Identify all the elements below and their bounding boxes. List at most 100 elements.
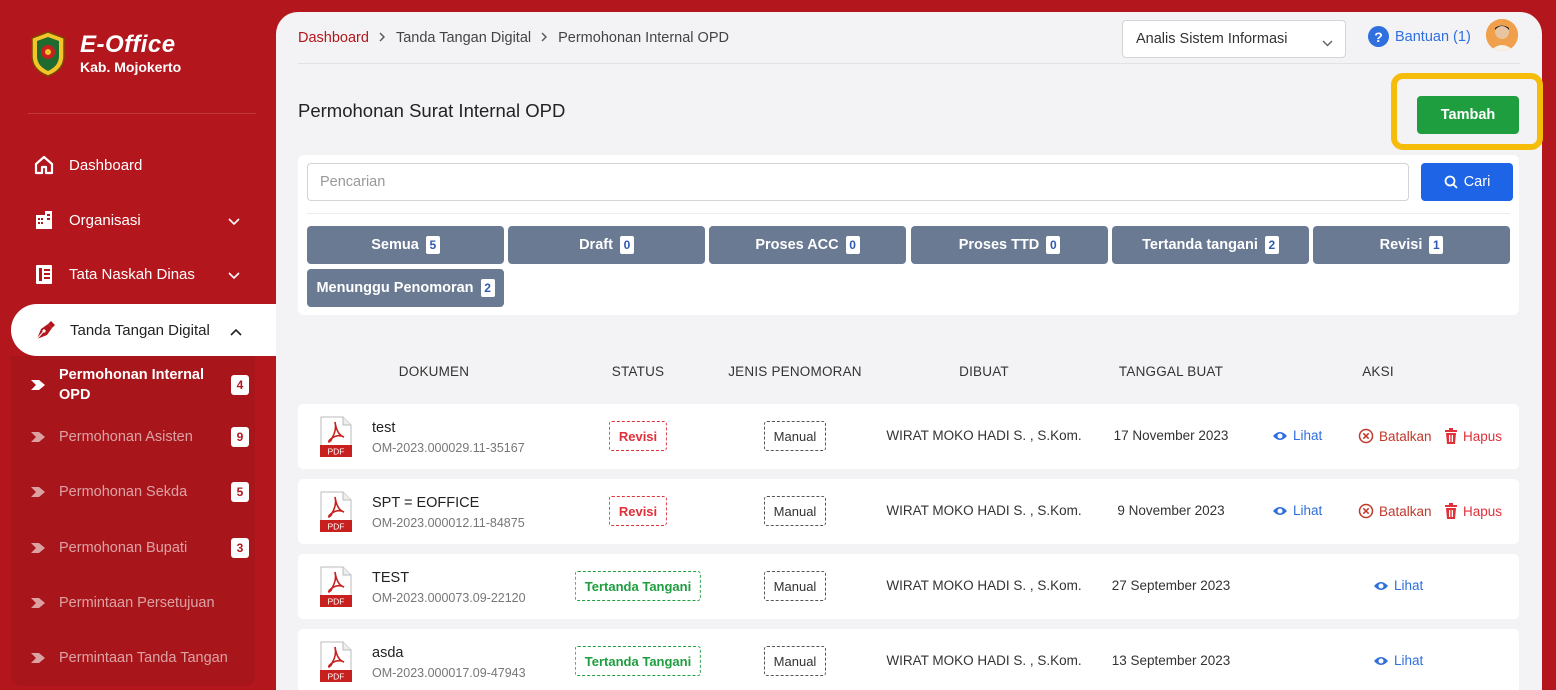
view-link[interactable]: Lihat [1373,653,1423,668]
submenu-item-permintaan-persetujuan[interactable]: Permintaan Persetujuan [31,595,251,611]
filter-tab-draft[interactable]: Draft 0 [508,226,705,264]
add-button[interactable]: Tambah [1417,96,1519,134]
status-badge: Revisi [608,421,668,451]
arrow-right-icon [31,598,45,608]
count-badge: 0 [619,236,634,254]
submenu-item-permintaan-tanda-tangan[interactable]: Permintaan Tanda Tangan [31,650,251,666]
sidebar-item-tanda-tangan-digital[interactable]: Tanda Tangan Digital [11,304,276,356]
view-link[interactable]: Lihat [1272,503,1322,518]
home-icon [30,153,58,177]
eye-icon [1374,581,1388,590]
cancel-link[interactable]: Batalkan [1358,428,1432,444]
count-badge: 0 [845,236,860,254]
right-border [1542,0,1556,690]
submenu-item-label: Permohonan Bupati [59,540,188,556]
creator-name: WIRAT MOKO HADI S. , S.Kom. [886,428,1082,443]
filter-tab-menunggu-penomoran[interactable]: Menunggu Penomoran 2 [307,269,504,307]
breadcrumb-item-dashboard[interactable]: Dashboard [298,30,369,46]
search-button[interactable]: Cari [1421,163,1513,201]
cancel-link[interactable]: Batalkan [1358,503,1432,519]
filter-card: Pencarian Cari Semua 5 Draft 0 Proses AC… [298,155,1519,315]
breadcrumb: Dashboard Tanda Tangan Digital Permohona… [298,30,729,46]
view-label: Lihat [1293,503,1323,518]
numbering-badge: Manual [764,496,826,526]
pdf-file-icon: PDF [320,491,352,532]
filter-label: Revisi [1379,237,1423,253]
filter-tab-proses-ttd[interactable]: Proses TTD 0 [911,226,1108,264]
delete-link[interactable]: Hapus [1444,428,1502,444]
filter-tab-proses-acc[interactable]: Proses ACC 0 [709,226,906,264]
status-badge: Revisi [608,496,668,526]
filter-label: Draft [579,237,613,253]
brand-subtitle: Kab. Mojokerto [80,59,182,75]
column-header-dibuat: DIBUAT [959,364,1009,379]
chevron-down-icon [1322,35,1333,51]
filter-label: Proses ACC [755,237,839,253]
pdf-file-icon: PDF [320,641,352,682]
sidebar-item-organisasi[interactable]: Organisasi [30,200,250,240]
pdf-label: PDF [328,522,345,532]
logo [28,30,68,78]
table-row: PDF TEST OM-2023.000073.09-22120 Tertand… [298,554,1519,619]
document-title: SPT = EOFFICE [372,495,480,511]
document-icon [30,262,58,286]
table-row: PDF SPT = EOFFICE OM-2023.000012.11-8487… [298,479,1519,544]
pdf-label: PDF [328,597,345,607]
main-content: Dashboard Tanda Tangan Digital Permohona… [276,12,1543,690]
submenu-item-permohonan-asisten[interactable]: Permohonan Asisten 9 [31,427,251,447]
creator-name: WIRAT MOKO HADI S. , S.Kom. [886,578,1082,593]
count-badge: 9 [231,427,249,447]
role-select[interactable]: Analis Sistem Informasi [1122,20,1346,58]
arrow-right-icon [31,432,45,442]
sidebar-item-label: Organisasi [69,211,141,229]
view-label: Lihat [1394,578,1424,593]
document-number: OM-2023.000017.09-47943 [372,666,526,680]
chevron-down-icon [228,267,240,284]
submenu-item-permohonan-internal-opd[interactable]: Permohonan Internal OPD 4 [31,365,251,405]
document-number: OM-2023.000012.11-84875 [372,516,525,530]
question-icon: ? [1368,26,1389,47]
count-badge: 5 [425,236,440,254]
filter-tab-tertanda-tangani[interactable]: Tertanda tangani 2 [1112,226,1309,264]
cancel-label: Batalkan [1379,428,1432,444]
created-date: 9 November 2023 [1117,503,1225,518]
column-header-tanggal-buat: TANGGAL BUAT [1118,364,1224,379]
submenu-item-permohonan-bupati[interactable]: Permohonan Bupati 3 [31,538,251,558]
arrow-right-icon [31,487,45,497]
sidebar-item-label: Tata Naskah Dinas [69,265,195,283]
sidebar-item-dashboard[interactable]: Dashboard [30,145,250,185]
count-badge: 5 [231,482,249,502]
document-number: OM-2023.000029.11-35167 [372,441,525,455]
filter-tab-revisi[interactable]: Revisi 1 [1313,226,1510,264]
filter-tab-semua[interactable]: Semua 5 [307,226,504,264]
count-badge: 0 [1046,236,1061,254]
submenu-item-permohonan-sekda[interactable]: Permohonan Sekda 5 [31,482,251,502]
search-input[interactable]: Pencarian [307,163,1409,201]
submenu-item-label: Permintaan Persetujuan [59,595,215,611]
sidebar-item-tata-naskah-dinas[interactable]: Tata Naskah Dinas [30,254,250,294]
avatar[interactable] [1486,19,1518,51]
help-label: Bantuan (1) [1395,28,1471,45]
submenu-item-label: Permintaan Tanda Tangan [59,650,228,666]
cancel-circle-icon [1358,428,1374,444]
view-link[interactable]: Lihat [1373,578,1423,593]
column-header-status: STATUS [611,364,665,379]
view-link[interactable]: Lihat [1272,428,1322,443]
chevron-up-icon [230,323,242,340]
arrow-right-icon [31,653,45,663]
sidebar-item-label: Tanda Tangan Digital [70,321,210,339]
creator-name: WIRAT MOKO HADI S. , S.Kom. [886,503,1082,518]
eye-icon [1273,431,1287,440]
help-link[interactable]: ? Bantuan (1) [1368,26,1471,47]
submenu-item-label: Permohonan Internal OPD [59,367,205,403]
pdf-file-icon: PDF [320,566,352,607]
view-label: Lihat [1394,653,1424,668]
delete-label: Hapus [1463,503,1503,519]
arrow-right-icon [31,543,45,553]
delete-link[interactable]: Hapus [1444,503,1502,519]
breadcrumb-item-current: Permohonan Internal OPD [558,30,729,46]
breadcrumb-item-tanda-tangan-digital[interactable]: Tanda Tangan Digital [396,30,531,46]
search-icon [1444,175,1458,189]
brand[interactable]: E-Office Kab. Mojokerto [28,30,181,78]
document-title: asda [372,645,404,661]
